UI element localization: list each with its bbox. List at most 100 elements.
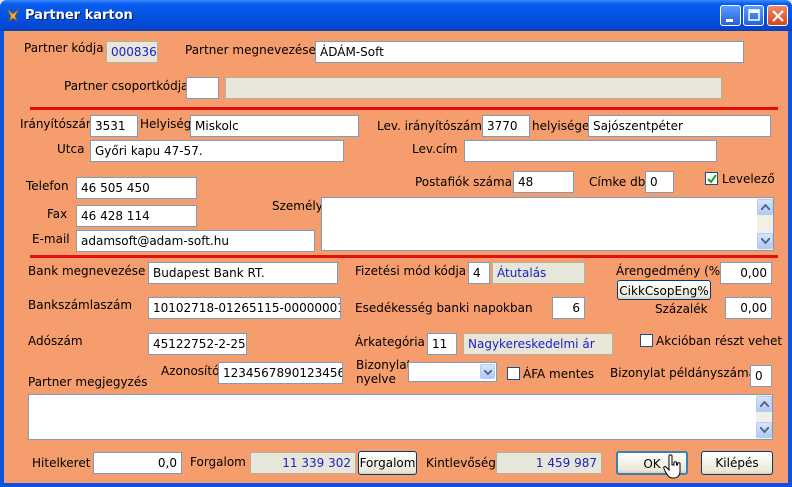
scroll-down-icon	[761, 238, 770, 244]
forgalom-button[interactable]: Forgalom	[358, 451, 417, 475]
lev-cim-label: Lev.cím	[412, 142, 458, 156]
window: Partner karton Partner kódja 000836 Part…	[0, 0, 792, 487]
partner-megnevezese-input[interactable]: ÁDÁM-Soft	[315, 41, 744, 63]
title-bar[interactable]: Partner karton	[0, 0, 792, 31]
iranyitoszam-label: Irányítószám	[20, 117, 98, 131]
email-input[interactable]: adamsoft@adam-soft.hu	[76, 230, 315, 252]
szemely-scrollbar[interactable]	[757, 198, 773, 250]
arengedmeny-input[interactable]: 0,00	[720, 262, 772, 284]
esedekesseg-label: Esedékesség banki napokban	[355, 301, 533, 315]
partner-csoportkodja-label: Partner csoportkódja	[64, 79, 189, 93]
partner-megjegyzes-label: Partner megjegyzés	[28, 375, 148, 389]
app-icon	[6, 8, 20, 22]
szemely-label: Személy	[272, 199, 323, 213]
adoszam-input[interactable]: 45122752-2-25	[148, 333, 247, 355]
partner-megjegyzes-textarea[interactable]	[28, 394, 773, 440]
fax-label: Fax	[47, 207, 68, 221]
lev-iranyitoszama-input[interactable]: 3770	[482, 115, 530, 137]
azonosito-label: Azonosító	[161, 364, 220, 378]
forgalom-label: Forgalom	[190, 455, 246, 469]
fizetesi-mod-name-field: Átutalás	[492, 262, 585, 284]
window-title: Partner karton	[25, 8, 133, 23]
scroll-down-button[interactable]	[757, 233, 773, 249]
scroll-up-icon	[760, 401, 769, 407]
adoszam-label: Adószám	[28, 334, 83, 348]
telefon-label: Telefon	[26, 179, 69, 193]
szazalek-label: Százalék	[655, 302, 708, 316]
esedekesseg-input[interactable]: 6	[552, 297, 585, 319]
levelezo-checkbox[interactable]	[705, 172, 718, 185]
bankszamlaszam-input[interactable]: 10102718-01265115-00000001	[148, 297, 341, 319]
kintlevoseg-field: 1 459 987	[496, 452, 602, 474]
scroll-down-button[interactable]	[756, 422, 772, 438]
kintlevoseg-label: Kintlevőség	[426, 456, 496, 470]
checkmark-icon	[707, 174, 717, 184]
helyisege-input[interactable]: Sajószentpéter	[588, 115, 771, 137]
bizonylat-peldanyszama-label: Bizonylat példányszáma	[610, 366, 757, 380]
arengedmeny-label: Árengedmény (%)	[616, 264, 725, 278]
bizonylat-nyelve-label-line1: Bizonylat	[356, 358, 412, 372]
azonosito-input[interactable]: 1234567890123456	[218, 362, 343, 384]
helyiseg-label: Helyiség	[140, 117, 192, 131]
separator-line-1	[30, 107, 778, 110]
postafiok-szama-input[interactable]: 48	[513, 171, 574, 193]
utca-label: Utca	[57, 142, 85, 156]
cimke-db-label: Címke db	[589, 175, 646, 189]
szemely-textarea[interactable]	[321, 197, 774, 251]
afa-mentes-checkbox[interactable]	[507, 367, 520, 380]
hitelkeret-label: Hitelkeret	[32, 456, 91, 470]
cikk-csop-eng-button[interactable]: CikkCsopEng%	[617, 280, 711, 300]
helyiseg-input[interactable]: Miskolc	[190, 115, 359, 137]
iranyitoszam-input[interactable]: 3531	[90, 115, 138, 137]
close-button[interactable]	[767, 5, 788, 26]
bizonylat-nyelve-label-line2: nyelve	[356, 372, 396, 386]
lev-cim-input[interactable]	[464, 140, 717, 162]
arkategoria-input[interactable]: 11	[427, 333, 457, 355]
maximize-button[interactable]	[743, 5, 764, 26]
telefon-input[interactable]: 46 505 450	[76, 177, 197, 199]
scroll-down-icon	[760, 427, 769, 433]
cimke-db-input[interactable]: 0	[645, 171, 674, 193]
bizonylat-nyelve-select[interactable]	[408, 362, 497, 382]
arkategoria-label: Árkategória	[355, 335, 425, 349]
levelezo-label: Levelező	[722, 172, 775, 186]
mouse-cursor-icon	[663, 454, 681, 479]
dropdown-arrow-icon	[484, 370, 492, 375]
fizetesi-mod-kodja-input[interactable]: 4	[468, 262, 490, 284]
partner-kodja-field: 000836	[106, 41, 158, 63]
afa-mentes-label: ÁFA mentes	[523, 367, 595, 381]
partner-csoportkodja-input[interactable]	[186, 77, 219, 99]
helyisege-label: helyisége	[532, 119, 590, 133]
partner-megnevezese-label: Partner megnevezése	[185, 43, 316, 57]
lev-iranyitoszama-label: Lev. irányítószáma	[377, 119, 490, 133]
partner-kodja-label: Partner kódja	[24, 41, 104, 55]
scroll-up-icon	[761, 204, 770, 210]
bizonylat-peldanyszama-input[interactable]: 0	[750, 365, 772, 387]
dropdown-button[interactable]	[480, 364, 495, 379]
hitelkeret-input[interactable]: 0,0	[93, 452, 182, 474]
minimize-button[interactable]	[720, 5, 741, 26]
akcioban-checkbox[interactable]	[640, 334, 653, 347]
separator-line-2	[30, 255, 778, 258]
postafiok-szama-label: Postafiók száma	[415, 175, 513, 189]
scroll-up-button[interactable]	[757, 199, 773, 215]
szazalek-input[interactable]: 0,00	[725, 297, 772, 319]
bank-megnevezese-label: Bank megnevezése	[28, 264, 146, 278]
bank-megnevezese-input[interactable]: Budapest Bank RT.	[148, 262, 338, 284]
email-label: E-mail	[32, 232, 70, 246]
bankszamlaszam-label: Bankszámlaszám	[28, 298, 133, 312]
partner-csoport-name-field	[225, 77, 722, 99]
maximize-icon	[748, 9, 760, 21]
form-area: Partner kódja 000836 Partner megnevezése…	[4, 31, 788, 483]
close-icon	[772, 10, 784, 22]
minimize-icon	[726, 19, 733, 22]
fizetesi-mod-kodja-label: Fizetési mód kódja	[355, 264, 467, 278]
forgalom-field: 11 339 302	[250, 452, 356, 474]
arkategoria-name-field: Nagykereskedelmi ár	[463, 333, 613, 355]
scroll-up-button[interactable]	[756, 396, 772, 412]
akcioban-label: Akcióban részt vehet	[656, 334, 783, 348]
kilepes-button[interactable]: Kilépés	[701, 451, 773, 475]
megjegyzes-scrollbar[interactable]	[756, 395, 772, 439]
utca-input[interactable]: Győri kapu 47-57.	[90, 140, 344, 162]
fax-input[interactable]: 46 428 114	[76, 205, 197, 227]
